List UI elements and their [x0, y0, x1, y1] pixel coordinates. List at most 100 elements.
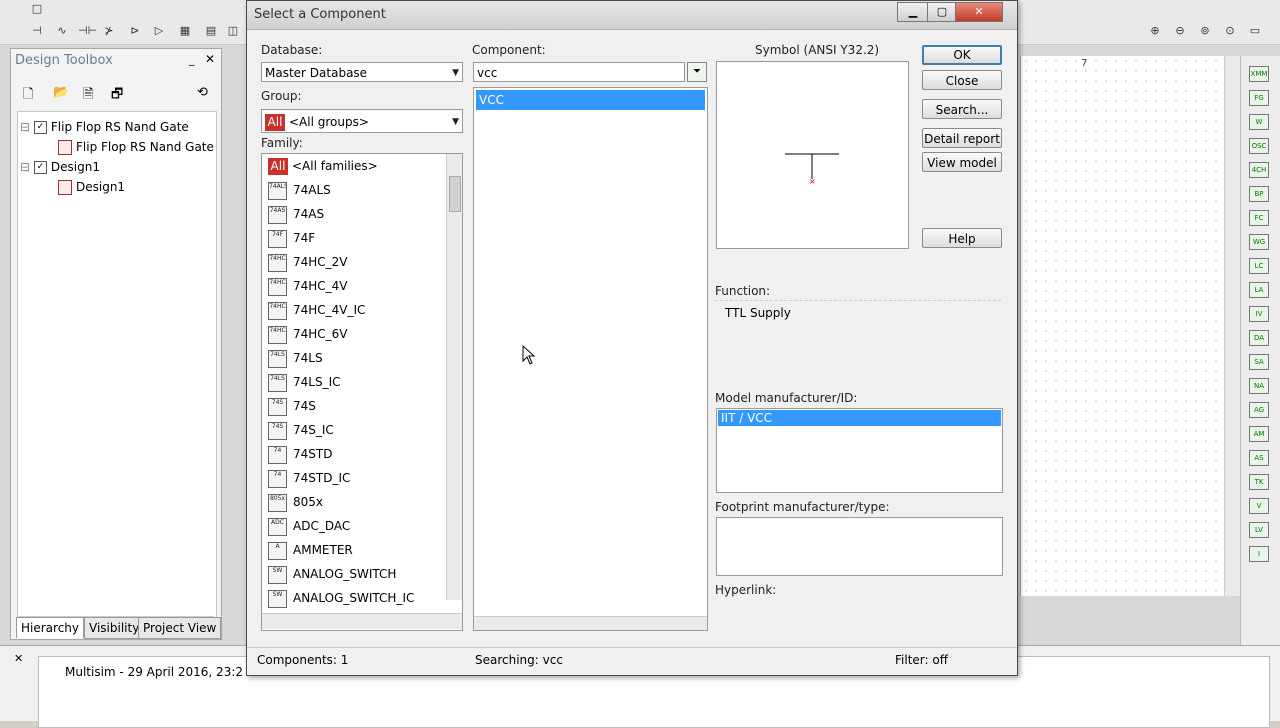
family-item[interactable]: 74S 74S_IC: [268, 419, 334, 441]
network-analyzer-icon[interactable]: NA: [1249, 378, 1269, 394]
distortion-analyzer-icon[interactable]: DA: [1249, 330, 1269, 346]
four-channel-scope-icon[interactable]: 4CH: [1249, 162, 1269, 178]
measurement-probe-icon[interactable]: V: [1249, 498, 1269, 514]
function-generator-icon[interactable]: FG: [1249, 90, 1269, 106]
schematic-icon: [58, 140, 72, 155]
logic-analyzer-icon[interactable]: LA: [1249, 282, 1269, 298]
ok-button[interactable]: OK: [922, 45, 1002, 65]
family-item[interactable]: 74ALS 74ALS: [268, 179, 331, 201]
multimeter-icon[interactable]: XMM: [1249, 66, 1269, 82]
zoom-in-icon[interactable]: ⊕: [1148, 24, 1162, 38]
open-folder-icon[interactable]: 📂: [53, 85, 69, 100]
new-subcircuit-icon[interactable]: 🗗: [111, 85, 123, 107]
pin-icon[interactable]: _: [189, 53, 195, 66]
zoom-area-icon[interactable]: ⊚: [1198, 24, 1212, 38]
footprint-label: Footprint manufacturer/type:: [715, 500, 890, 514]
oscilloscope-icon[interactable]: OSC: [1249, 138, 1269, 154]
scroll-thumb[interactable]: [449, 176, 461, 212]
family-item[interactable]: 74HC 74HC_4V_IC: [268, 299, 365, 321]
misc-digital-icon[interactable]: ◫: [226, 24, 240, 38]
tree-item-design1[interactable]: ⊟ ✓ Design1: [20, 158, 100, 176]
frequency-counter-icon[interactable]: FC: [1249, 210, 1269, 226]
dialog-titlebar[interactable]: Select a Component ▁ ▢ ✕: [247, 1, 1017, 30]
zoom-fit-icon[interactable]: ⊙: [1223, 24, 1237, 38]
ttl-icon[interactable]: ▦: [178, 24, 192, 38]
family-item[interactable]: 74F 74F: [268, 227, 315, 249]
symbol-label: Symbol (ANSI Y32.2): [755, 43, 880, 57]
family-horizontal-scrollbar[interactable]: [262, 613, 462, 629]
logic-converter-icon[interactable]: LC: [1249, 258, 1269, 274]
family-item[interactable]: 74HC 74HC_6V: [268, 323, 348, 345]
group-select[interactable]: All <All groups> ▼: [261, 109, 463, 133]
family-item[interactable]: SW ANALOG_SWITCH_IC: [268, 587, 414, 609]
minimize-button[interactable]: ▁: [897, 2, 929, 22]
family-item[interactable]: ADC ADC_DAC: [268, 515, 350, 537]
schematic-canvas[interactable]: 7: [1020, 56, 1241, 596]
help-button[interactable]: Help: [922, 228, 1002, 248]
fullscreen-icon[interactable]: ▭: [1248, 24, 1262, 38]
component-icon[interactable]: ⊣: [30, 24, 44, 38]
component-search-input[interactable]: vcc: [473, 62, 685, 82]
history-icon[interactable]: ⟲: [197, 85, 208, 100]
family-item[interactable]: SW ANALOG_SWITCH: [268, 563, 396, 585]
footprint-list: [716, 517, 1003, 576]
family-icon: 74LS: [268, 349, 287, 368]
family-item[interactable]: 74LS 74LS_IC: [268, 371, 341, 393]
filter-icon[interactable]: ⏷: [687, 62, 707, 82]
save-icon[interactable]: 🗎: [83, 85, 93, 107]
agilent-scope-icon[interactable]: AS: [1249, 450, 1269, 466]
family-item[interactable]: 74HC 74HC_2V: [268, 251, 348, 273]
tree-item-design1-sheet[interactable]: Design1: [58, 178, 125, 196]
family-item[interactable]: 74S 74S: [268, 395, 316, 417]
current-probe-icon[interactable]: I: [1249, 546, 1269, 562]
canvas-vertical-scrollbar[interactable]: [1224, 56, 1240, 596]
family-item[interactable]: 74 74STD_IC: [268, 467, 350, 489]
database-select[interactable]: Master Database ▼: [261, 62, 463, 82]
component-horizontal-scrollbar[interactable]: [474, 616, 707, 630]
group-value: <All groups>: [289, 115, 369, 129]
family-item[interactable]: A AMMETER: [268, 539, 353, 561]
checkbox-icon[interactable]: ✓: [33, 121, 47, 134]
component-item[interactable]: VCC: [476, 90, 705, 110]
detail-report-button[interactable]: Detail report: [922, 128, 1002, 148]
agilent-generator-icon[interactable]: AG: [1249, 402, 1269, 418]
labview-icon[interactable]: LV: [1249, 522, 1269, 538]
family-item[interactable]: 74 74STD: [268, 443, 332, 465]
cmos-icon[interactable]: ▤: [204, 24, 218, 38]
bode-plotter-icon[interactable]: BP: [1249, 186, 1269, 202]
opamp-icon[interactable]: ▷: [152, 24, 166, 38]
spectrum-analyzer-icon[interactable]: SA: [1249, 354, 1269, 370]
tektronix-scope-icon[interactable]: TK: [1249, 474, 1269, 490]
resistor-icon[interactable]: ∿: [55, 24, 69, 38]
family-item[interactable]: All <All families>: [268, 155, 378, 177]
capacitor-icon[interactable]: ⊣⊢: [78, 24, 97, 38]
new-design-icon[interactable]: 🗋: [23, 85, 33, 107]
close-icon[interactable]: ✕: [14, 652, 23, 665]
diode-icon[interactable]: ⊁: [102, 24, 116, 38]
agilent-multimeter-icon[interactable]: AM: [1249, 426, 1269, 442]
new-icon[interactable]: □: [30, 2, 44, 16]
word-generator-icon[interactable]: WG: [1249, 234, 1269, 250]
tab-project-view[interactable]: Project View: [138, 617, 222, 639]
transistor-icon[interactable]: ⊳: [128, 24, 142, 38]
search-button[interactable]: Search...: [922, 99, 1002, 119]
view-model-button[interactable]: View model: [922, 152, 1002, 172]
family-item[interactable]: 74AS 74AS: [268, 203, 324, 225]
close-icon[interactable]: ✕: [205, 52, 215, 66]
checkbox-icon[interactable]: ✓: [33, 161, 47, 174]
zoom-out-icon[interactable]: ⊖: [1173, 24, 1187, 38]
family-item[interactable]: 74HC 74HC_4V: [268, 275, 348, 297]
family-item[interactable]: 74LS 74LS: [268, 347, 323, 369]
wattmeter-icon[interactable]: W: [1249, 114, 1269, 130]
tree-item-flip-flop-sheet[interactable]: Flip Flop RS Nand Gate: [58, 138, 214, 156]
maximize-button[interactable]: ▢: [927, 2, 957, 22]
close-window-button[interactable]: ✕: [955, 2, 1003, 22]
close-button[interactable]: Close: [922, 70, 1002, 90]
family-item[interactable]: 805x 805x: [268, 491, 323, 513]
iv-analyzer-icon[interactable]: IV: [1249, 306, 1269, 322]
tree-item-flip-flop[interactable]: ⊟ ✓ Flip Flop RS Nand Gate: [20, 118, 189, 136]
model-item[interactable]: IIT / VCC: [718, 410, 1001, 426]
tab-visibility[interactable]: Visibility: [84, 617, 145, 639]
tab-hierarchy[interactable]: Hierarchy: [16, 617, 85, 638]
family-vertical-scrollbar[interactable]: [446, 154, 462, 600]
